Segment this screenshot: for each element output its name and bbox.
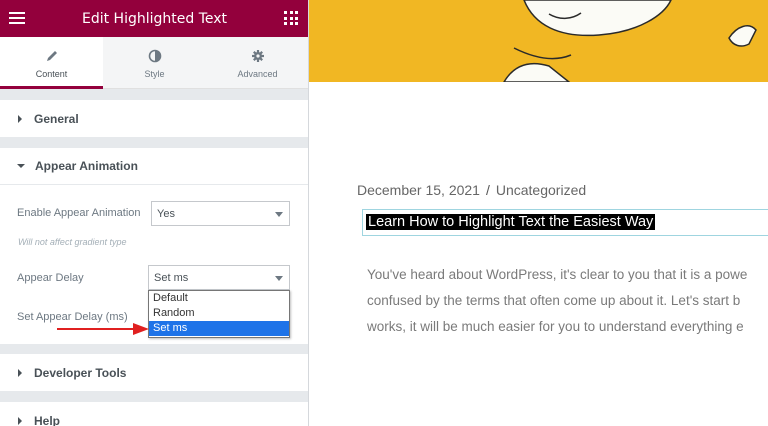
paragraph-line: You've heard about WordPress, it's clear… — [367, 267, 748, 282]
paragraph-line: confused by the terms that often come up… — [367, 293, 741, 308]
post-category[interactable]: Uncategorized — [496, 182, 586, 198]
red-arrow-annotation — [57, 323, 149, 335]
section-developer-tools-label: Developer Tools — [34, 365, 127, 380]
tab-advanced-label: Advanced — [237, 68, 278, 79]
section-general[interactable]: General — [0, 100, 308, 137]
tab-content[interactable]: Content — [0, 37, 103, 89]
section-general-header[interactable]: General — [0, 100, 308, 137]
gear-icon — [251, 47, 265, 65]
post-date[interactable]: December 15, 2021 — [357, 182, 480, 198]
tab-style-label: Style — [144, 68, 165, 79]
enable-appear-animation-value: Yes — [157, 207, 175, 220]
section-help[interactable]: Help — [0, 402, 308, 426]
appear-delay-value: Set ms — [154, 271, 189, 284]
section-developer-tools[interactable]: Developer Tools — [0, 354, 308, 391]
enable-appear-animation-label: Enable Appear Animation — [17, 207, 141, 219]
caret-right-icon — [18, 416, 22, 425]
meta-separator: / — [485, 182, 490, 198]
option-random[interactable]: Random — [149, 306, 289, 321]
highlighted-post-title[interactable]: Learn How to Highlight Text the Easiest … — [366, 214, 656, 230]
chevron-down-icon — [275, 212, 283, 217]
editor-tabs: Content Style Advanced — [0, 37, 308, 89]
post-meta: December 15, 2021 / Uncategorized — [357, 182, 586, 198]
chevron-down-icon — [275, 276, 283, 281]
hamburger-menu-icon[interactable] — [9, 12, 25, 24]
post-paragraph: You've heard about WordPress, it's clear… — [367, 262, 768, 340]
section-help-header[interactable]: Help — [0, 402, 308, 426]
editor-panel: Edit Highlighted Text Content Style Adva… — [0, 0, 309, 426]
pencil-icon — [45, 47, 59, 65]
tab-content-label: Content — [35, 68, 68, 79]
widgets-grid-icon[interactable] — [284, 11, 298, 25]
gradient-note: Will not affect gradient type — [18, 237, 127, 247]
featured-image — [309, 0, 768, 82]
half-circle-icon — [148, 47, 162, 65]
caret-right-icon — [18, 114, 22, 123]
section-developer-tools-header[interactable]: Developer Tools — [0, 354, 308, 391]
option-default[interactable]: Default — [149, 291, 289, 306]
tab-advanced[interactable]: Advanced — [206, 37, 308, 88]
appear-delay-options: Default Random Set ms — [148, 290, 290, 338]
editor-header: Edit Highlighted Text — [0, 0, 308, 37]
section-appear-animation-label: Appear Animation — [35, 159, 138, 173]
section-appear-animation-header[interactable]: Appear Animation — [0, 148, 308, 185]
section-general-label: General — [34, 111, 79, 126]
enable-appear-animation-select[interactable]: Yes — [151, 201, 290, 226]
section-help-label: Help — [34, 413, 61, 426]
option-set-ms[interactable]: Set ms — [149, 321, 289, 336]
tab-style[interactable]: Style — [103, 37, 206, 88]
appear-delay-label: Appear Delay — [17, 272, 84, 284]
caret-right-icon — [18, 368, 22, 377]
paragraph-line: works, it will be much easier for you to… — [367, 319, 744, 334]
editor-title: Edit Highlighted Text — [81, 10, 228, 27]
caret-down-icon — [17, 164, 25, 168]
appear-delay-select[interactable]: Set ms — [148, 265, 290, 290]
